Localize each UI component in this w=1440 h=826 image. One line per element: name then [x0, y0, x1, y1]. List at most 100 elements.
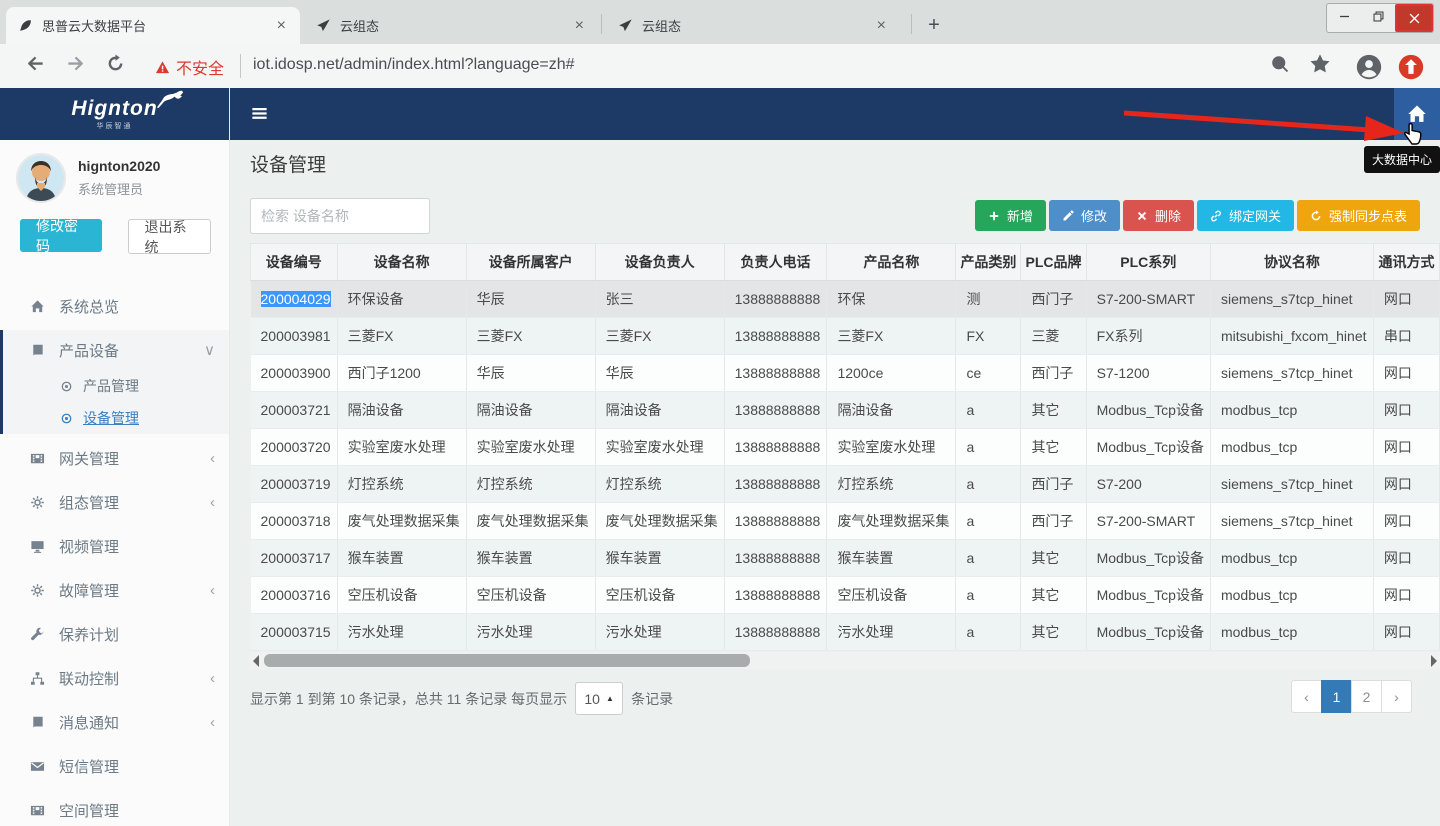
sidebar-item[interactable]: 故障管理‹: [0, 570, 229, 610]
sidebar-item[interactable]: 产品设备∨: [3, 330, 229, 370]
user-avatar[interactable]: [16, 153, 66, 203]
table-row[interactable]: 200003715污水处理污水处理污水处理13888888888污水处理a其它M…: [251, 614, 1440, 651]
link-icon: [1210, 210, 1222, 222]
table-cell: 1200ce: [827, 355, 956, 392]
bookmark-star-icon[interactable]: [1310, 54, 1330, 80]
sidebar-subitem[interactable]: 设备管理: [3, 402, 229, 434]
sidebar-item[interactable]: 组态管理‹: [0, 482, 229, 522]
browser-update-icon[interactable]: [1398, 54, 1424, 87]
plus-toolbar-button[interactable]: 新增: [975, 200, 1046, 231]
table-cell: 污水处理: [595, 614, 724, 651]
zoom-out-icon[interactable]: [1270, 54, 1290, 80]
table-cell: modbus_tcp: [1210, 429, 1373, 466]
antelope-icon: [154, 88, 184, 110]
dart-icon: [618, 18, 633, 33]
table-cell: 污水处理: [466, 614, 595, 651]
search-input[interactable]: [250, 198, 430, 234]
page-button[interactable]: 2: [1351, 680, 1382, 713]
table-cell: 网口: [1373, 503, 1439, 540]
restore-button[interactable]: [1361, 4, 1395, 28]
table-cell: 西门子: [1021, 503, 1086, 540]
new-tab-button[interactable]: +: [920, 12, 948, 38]
column-header: 通讯方式: [1373, 244, 1439, 281]
table-row[interactable]: 200003900西门子1200华辰华辰138888888881200cece西…: [251, 355, 1440, 392]
column-header: 负责人电话: [724, 244, 827, 281]
table-row[interactable]: 200003717猴车装置猴车装置猴车装置13888888888猴车装置a其它M…: [251, 540, 1440, 577]
sidebar-item-label: 系统总览: [59, 296, 215, 317]
x-toolbar-button[interactable]: 删除: [1123, 200, 1194, 231]
column-header: 产品类别: [956, 244, 1021, 281]
browser-tab[interactable]: 思普云大数据平台×: [6, 7, 300, 44]
tab-close-icon[interactable]: ×: [873, 17, 890, 35]
home-button[interactable]: [1394, 88, 1440, 140]
tab-title: 思普云大数据平台: [42, 16, 273, 35]
scroll-left-arrow[interactable]: [253, 655, 259, 667]
sidebar-item[interactable]: 视频管理: [0, 526, 229, 566]
sidebar-item[interactable]: 系统总览: [0, 286, 229, 326]
scroll-right-arrow[interactable]: [1431, 655, 1437, 667]
table-cell: Modbus_Tcp设备: [1086, 429, 1210, 466]
sidebar-item[interactable]: 空间管理: [0, 790, 229, 826]
page-next-button[interactable]: ›: [1381, 680, 1412, 713]
table-cell: 隔油设备: [827, 392, 956, 429]
table-cell: 隔油设备: [595, 392, 724, 429]
hamburger-menu-icon[interactable]: [250, 104, 269, 123]
table-cell: 网口: [1373, 466, 1439, 503]
button-label: 绑定网关: [1229, 206, 1281, 225]
logout-button[interactable]: 退出系统: [128, 219, 212, 254]
link-toolbar-button[interactable]: 绑定网关: [1197, 200, 1294, 231]
home-icon: [1407, 104, 1427, 124]
table-cell: 实验室废水处理: [337, 429, 466, 466]
sidebar-item[interactable]: 网关管理‹: [0, 438, 229, 478]
table-row[interactable]: 200003718废气处理数据采集废气处理数据采集废气处理数据采集1388888…: [251, 503, 1440, 540]
refresh-toolbar-button[interactable]: 强制同步点表: [1297, 200, 1420, 231]
table-cell: 网口: [1373, 281, 1439, 318]
forward-button[interactable]: [66, 54, 85, 79]
table-cell: 三菱FX: [337, 318, 466, 355]
profile-avatar-icon[interactable]: [1356, 54, 1382, 87]
table-row[interactable]: 200004029环保设备华辰张三13888888888环保测西门子S7-200…: [251, 281, 1440, 318]
chevron-left-icon: ‹: [210, 582, 215, 599]
table-cell: 13888888888: [724, 466, 827, 503]
page-button[interactable]: 1: [1321, 680, 1352, 713]
sidebar-item[interactable]: 保养计划: [0, 614, 229, 654]
table-cell: Modbus_Tcp设备: [1086, 577, 1210, 614]
table-cell: 三菱FX: [466, 318, 595, 355]
horizontal-scrollbar[interactable]: [250, 652, 1440, 669]
table-cell: 200003717: [251, 540, 338, 577]
tab-close-icon[interactable]: ×: [273, 17, 290, 35]
back-button[interactable]: [26, 54, 45, 79]
table-row[interactable]: 200003720实验室废水处理实验室废水处理实验室废水处理1388888888…: [251, 429, 1440, 466]
sidebar-item[interactable]: 短信管理: [0, 746, 229, 786]
sidebar-item[interactable]: 联动控制‹: [0, 658, 229, 698]
page-size-select[interactable]: 10 ▲: [575, 682, 623, 715]
page-prev-button[interactable]: ‹: [1291, 680, 1322, 713]
browser-tab[interactable]: 云组态×: [304, 7, 598, 44]
pencil-toolbar-button[interactable]: 修改: [1049, 200, 1120, 231]
sidebar-subitem[interactable]: 产品管理: [3, 370, 229, 402]
close-button[interactable]: [1395, 4, 1433, 32]
table-cell: 灯控系统: [466, 466, 595, 503]
device-table: 设备编号设备名称设备所属客户设备负责人负责人电话产品名称产品类别PLC品牌PLC…: [250, 243, 1440, 651]
security-warning[interactable]: 不安全: [176, 55, 224, 79]
table-cell: 200003981: [251, 318, 338, 355]
table-cell: a: [956, 577, 1021, 614]
scrollbar-thumb[interactable]: [264, 654, 750, 667]
table-row[interactable]: 200003719灯控系统灯控系统灯控系统13888888888灯控系统a西门子…: [251, 466, 1440, 503]
tab-close-icon[interactable]: ×: [571, 17, 588, 35]
change-password-button[interactable]: 修改密码: [20, 219, 102, 252]
summary-suffix: 条记录: [631, 689, 673, 709]
table-cell: 13888888888: [724, 429, 827, 466]
table-row[interactable]: 200003716空压机设备空压机设备空压机设备13888888888空压机设备…: [251, 577, 1440, 614]
tab-separator: [911, 14, 912, 34]
sidebar-item[interactable]: 消息通知‹: [0, 702, 229, 742]
url-text[interactable]: iot.idosp.net/admin/index.html?language=…: [253, 56, 575, 74]
browser-tab[interactable]: 云组态×: [606, 7, 900, 44]
table-row[interactable]: 200003981三菱FX三菱FX三菱FX13888888888三菱FXFX三菱…: [251, 318, 1440, 355]
reload-button[interactable]: [106, 54, 125, 79]
minimize-button[interactable]: [1327, 4, 1361, 28]
table-cell: 猴车装置: [827, 540, 956, 577]
table-row[interactable]: 200003721隔油设备隔油设备隔油设备13888888888隔油设备a其它M…: [251, 392, 1440, 429]
film-icon: [28, 803, 46, 818]
table-cell: 13888888888: [724, 577, 827, 614]
